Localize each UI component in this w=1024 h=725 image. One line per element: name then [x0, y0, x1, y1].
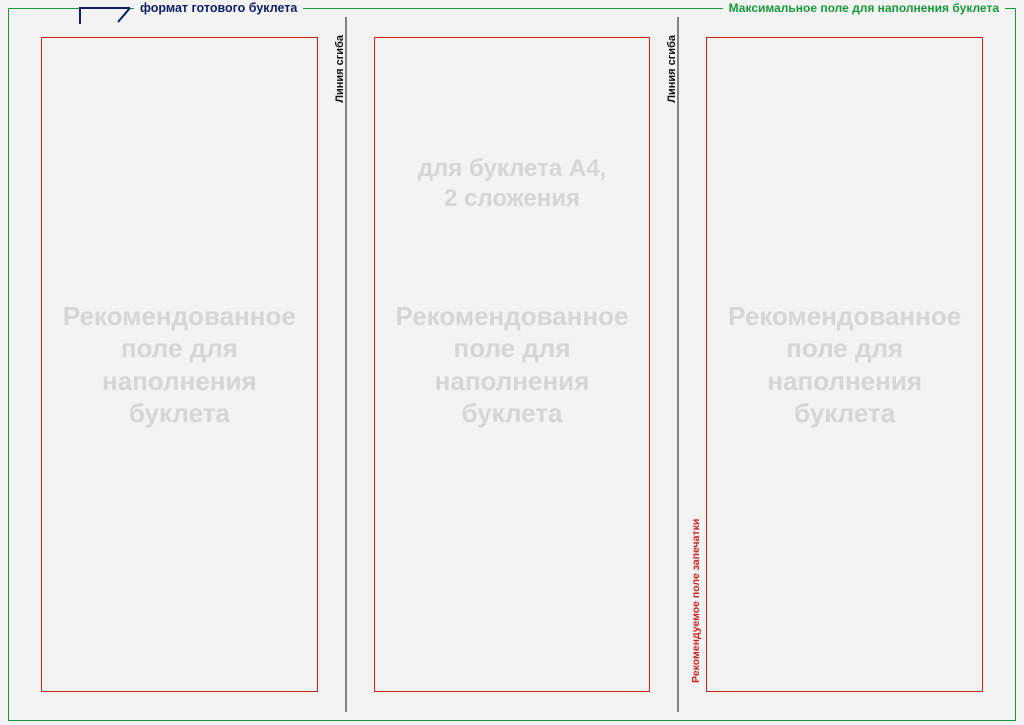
format-booklet-label: формат готового буклета	[134, 2, 303, 15]
panel-2: для буклета A4, 2 сложения Рекомендованн…	[362, 35, 663, 694]
panel-1-watermark: Рекомендованное поле для наполнения букл…	[29, 300, 330, 430]
fold-label-2: Линия сгиба	[666, 35, 678, 103]
panel-3-watermark: Рекомендованное поле для наполнения букл…	[694, 300, 995, 430]
panel-3: Рекомендуемое поле запечатки Рекомендова…	[694, 35, 995, 694]
fold-line-1	[345, 17, 346, 712]
panel-1: Рекомендованное поле для наполнения букл…	[29, 35, 330, 694]
panel-2-spec: для буклета A4, 2 сложения	[362, 154, 663, 214]
trifold-template-diagram: Максимальное поле для наполнения буклета…	[0, 0, 1024, 725]
max-fill-label: Максимальное поле для наполнения буклета	[723, 2, 1005, 14]
panels-row: Рекомендованное поле для наполнения букл…	[29, 35, 995, 694]
panel-2-watermark: Рекомендованное поле для наполнения букл…	[362, 300, 663, 430]
fold-label-1: Линия сгиба	[334, 35, 346, 103]
max-fill-border: Максимальное поле для наполнения буклета…	[8, 8, 1016, 721]
fold-1: Линия сгиба	[330, 35, 362, 694]
recommended-print-label: Рекомендуемое поле запечатки	[691, 519, 701, 683]
fold-line-2	[678, 17, 679, 712]
